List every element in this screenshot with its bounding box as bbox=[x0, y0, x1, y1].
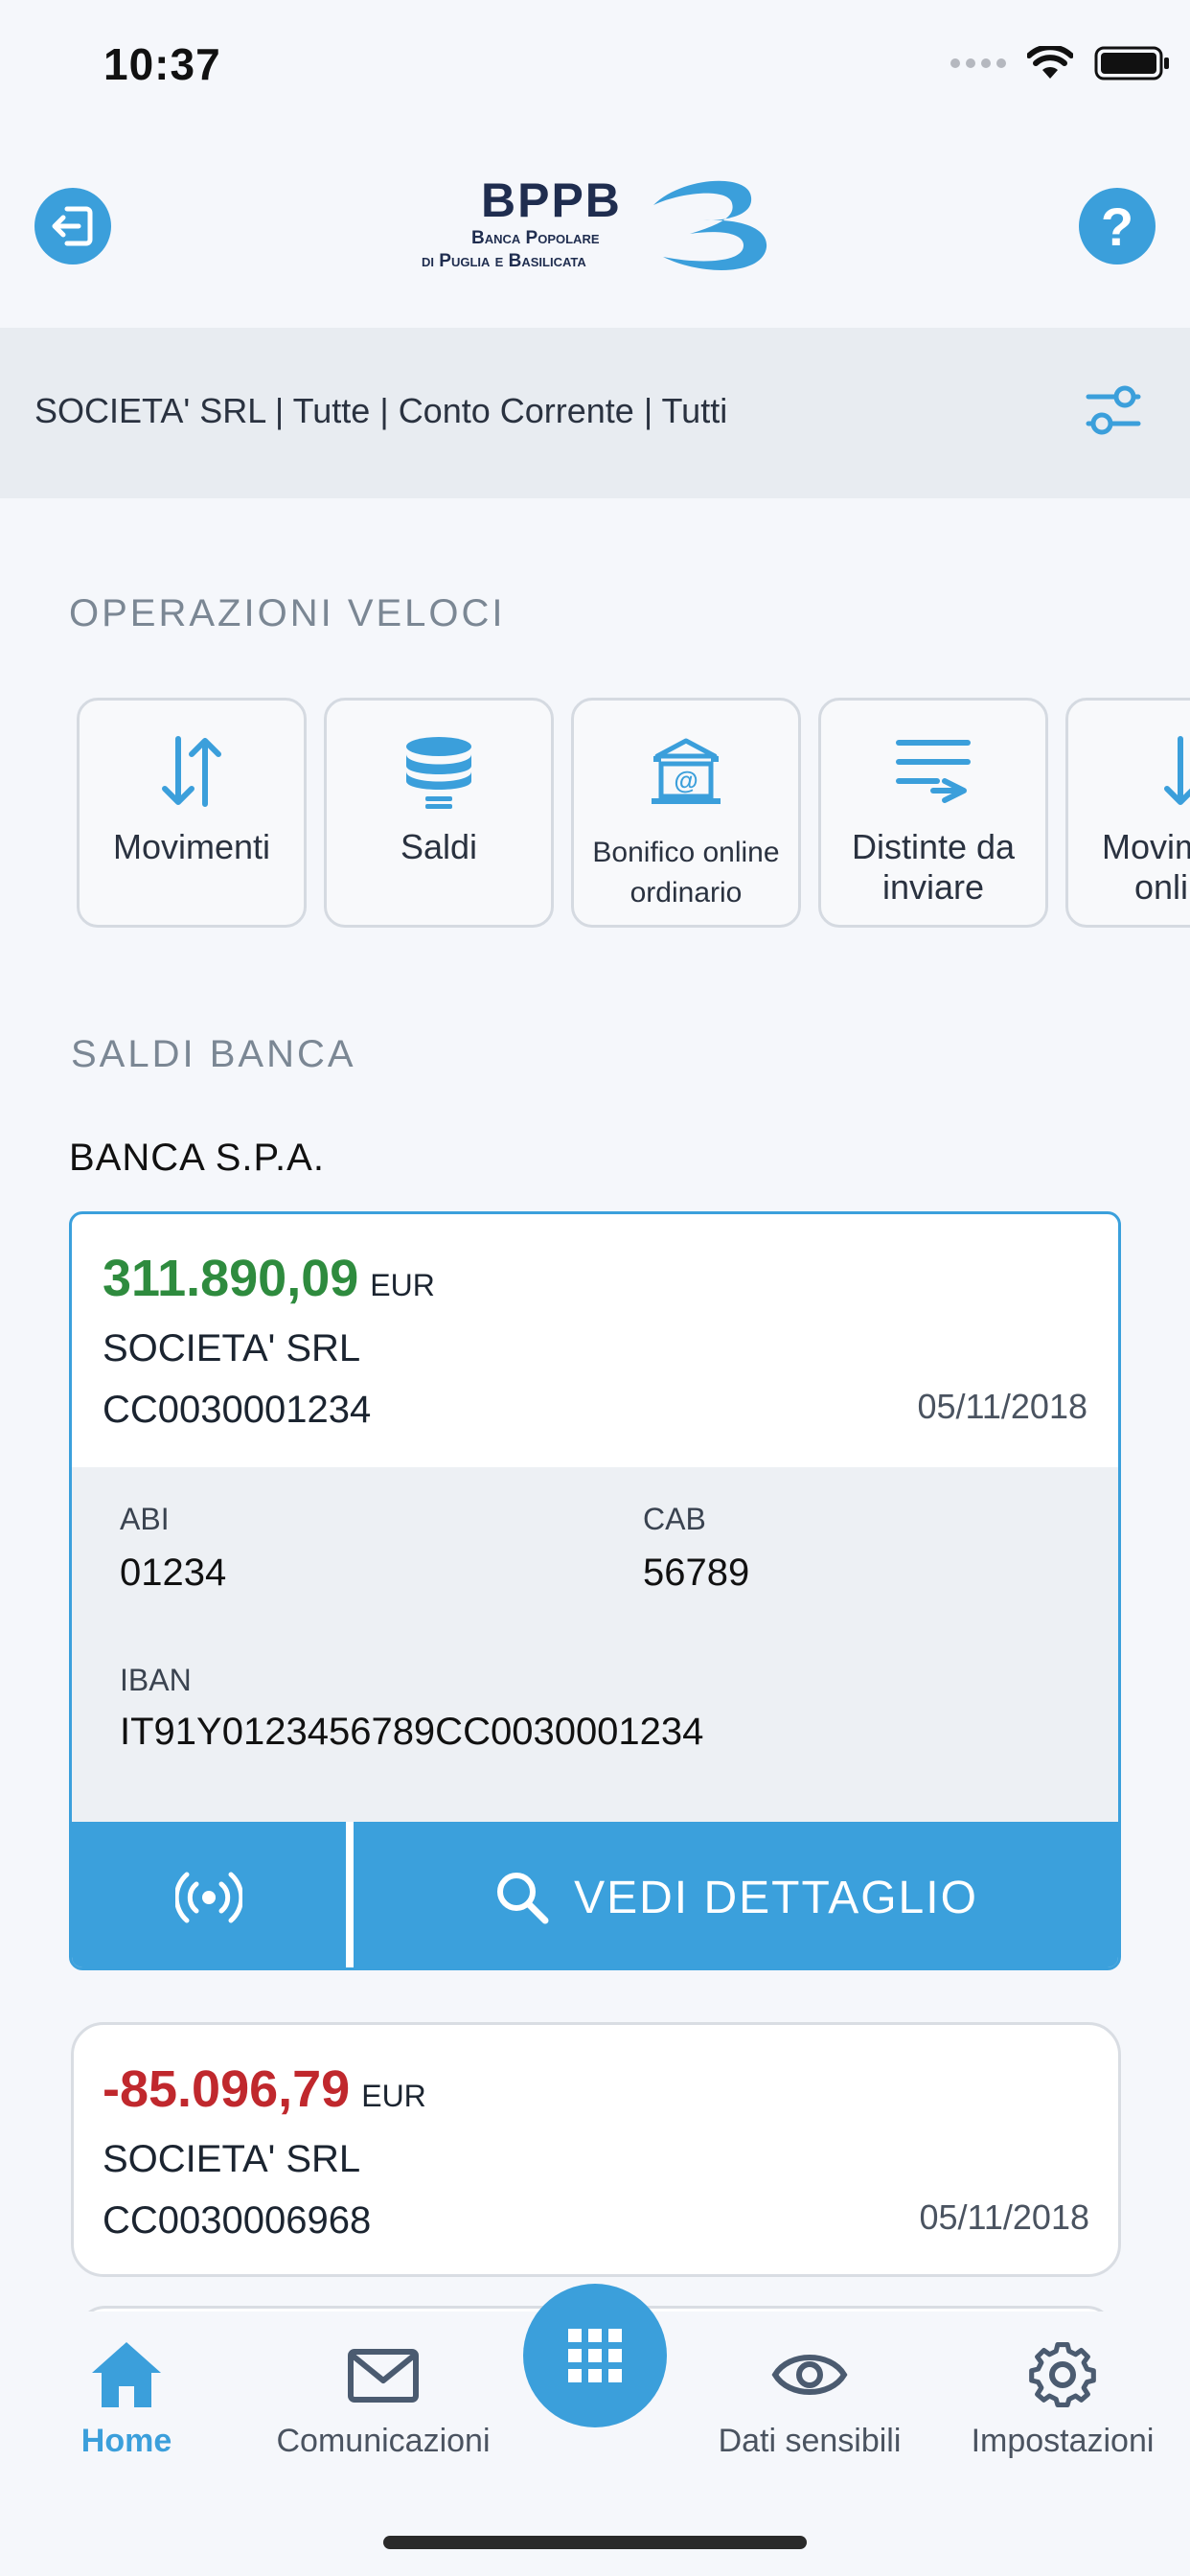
database-icon bbox=[406, 737, 471, 809]
list-send-icon bbox=[896, 740, 971, 803]
broadcast-icon bbox=[175, 1872, 242, 1923]
quick-ops-title: OPERAZIONI VELOCI bbox=[69, 592, 506, 634]
logo-mark-icon bbox=[653, 180, 767, 270]
account-card[interactable]: -85.096,79 EUR SOCIETA' SRL CC0030006968 … bbox=[71, 2022, 1121, 2277]
wifi-icon bbox=[1027, 46, 1073, 79]
search-icon bbox=[497, 1873, 549, 1924]
bank-logo: BPPB Banca Popolare di Puglia e Basilica… bbox=[422, 172, 776, 284]
logout-icon bbox=[52, 206, 93, 246]
app-header: BPPB Banca Popolare di Puglia e Basilica… bbox=[0, 126, 1190, 328]
logout-button[interactable] bbox=[34, 188, 111, 264]
account-details: ABI 01234 CAB 56789 IBAN IT91Y0123456789… bbox=[72, 1467, 1118, 1822]
abi-label: ABI bbox=[120, 1502, 170, 1536]
battery-icon bbox=[1094, 46, 1169, 80]
tab-home[interactable]: Home bbox=[61, 2338, 192, 2482]
abi-value: 01234 bbox=[120, 1552, 227, 1594]
eye-icon bbox=[771, 2355, 848, 2395]
svg-text:@: @ bbox=[674, 766, 698, 794]
mail-icon bbox=[348, 2349, 419, 2403]
bank-at-icon: @ bbox=[652, 738, 721, 804]
view-detail-label: VEDI DETTAGLIO bbox=[574, 1872, 978, 1923]
quick-ops-row[interactable]: Movimenti Saldi @ Bonifico online ordina… bbox=[77, 698, 1190, 930]
arrow-down-icon bbox=[1164, 736, 1190, 805]
cellular-signal-icon bbox=[950, 58, 1006, 68]
account-number: CC0030006968 bbox=[103, 2199, 372, 2242]
account-holder: SOCIETA' SRL bbox=[103, 1327, 361, 1369]
op-saldi[interactable]: Saldi bbox=[324, 698, 554, 928]
filter-bar[interactable]: SOCIETA' SRL | Tutte | Conto Corrente | … bbox=[0, 328, 1190, 498]
account-balance: 311.890,09 EUR bbox=[103, 1249, 435, 1308]
tab-dati-sensibili[interactable]: Dati sensibili bbox=[711, 2338, 908, 2482]
home-indicator bbox=[383, 2536, 807, 2549]
contactless-button[interactable] bbox=[72, 1822, 346, 1967]
iban-value: IT91Y0123456789CC0030001234 bbox=[120, 1711, 704, 1753]
filter-settings-icon[interactable] bbox=[1083, 380, 1144, 441]
op-bonifico[interactable]: @ Bonifico online ordinario bbox=[571, 698, 801, 928]
status-time: 10:37 bbox=[103, 39, 221, 89]
grid-icon bbox=[568, 2329, 622, 2382]
account-number: CC0030001234 bbox=[103, 1389, 372, 1431]
status-bar: 10:37 bbox=[0, 0, 1190, 126]
home-icon bbox=[92, 2342, 161, 2407]
cab-value: 56789 bbox=[643, 1552, 750, 1594]
bank-name: BANCA S.P.A. bbox=[69, 1137, 325, 1179]
balance-value: 311.890,09 bbox=[103, 1250, 359, 1307]
op-distinte[interactable]: Distinte da inviare bbox=[818, 698, 1048, 928]
filter-summary: SOCIETA' SRL | Tutte | Conto Corrente | … bbox=[34, 391, 728, 430]
op-movimenti[interactable]: Movimenti bbox=[77, 698, 307, 928]
tab-comunicazioni[interactable]: Comunicazioni bbox=[270, 2338, 496, 2482]
account-card[interactable]: 311.890,09 EUR SOCIETA' SRL CC0030001234 … bbox=[69, 1211, 1121, 1970]
tab-impostazioni[interactable]: Impostazioni bbox=[964, 2338, 1161, 2482]
iban-label: IBAN bbox=[120, 1663, 192, 1697]
gear-icon bbox=[1029, 2341, 1096, 2408]
balance-date: 05/11/2018 bbox=[917, 1387, 1087, 1426]
status-icons bbox=[950, 34, 1171, 92]
question-icon: ? bbox=[1100, 196, 1134, 257]
currency: EUR bbox=[361, 2079, 426, 2113]
cab-label: CAB bbox=[643, 1502, 706, 1536]
action-divider bbox=[346, 1822, 354, 1967]
balance-date: 05/11/2018 bbox=[919, 2197, 1089, 2237]
arrows-up-down-icon bbox=[162, 736, 221, 807]
view-detail-button[interactable]: VEDI DETTAGLIO bbox=[354, 1822, 1118, 1967]
menu-fab-button[interactable] bbox=[523, 2284, 667, 2427]
balances-title: SALDI BANCA bbox=[71, 1033, 356, 1075]
account-balance: -85.096,79 EUR bbox=[103, 2059, 426, 2119]
balance-value: -85.096,79 bbox=[103, 2060, 351, 2118]
currency: EUR bbox=[370, 1268, 435, 1302]
account-actions: VEDI DETTAGLIO bbox=[72, 1822, 1118, 1967]
op-movimenti-online[interactable]: Movimenti online bbox=[1065, 698, 1190, 928]
help-button[interactable]: ? bbox=[1079, 188, 1156, 264]
account-holder: SOCIETA' SRL bbox=[103, 2138, 361, 2180]
